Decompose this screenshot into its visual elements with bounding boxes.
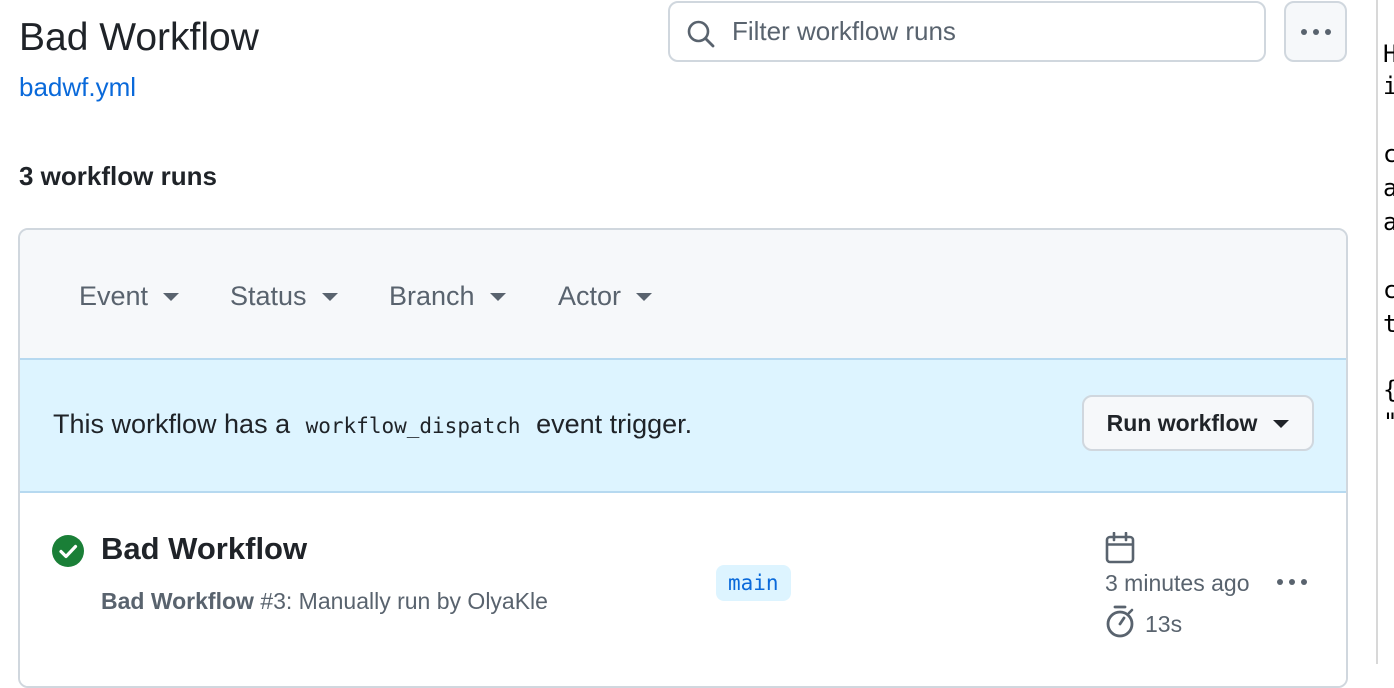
run-title-link[interactable]: Bad Workflow: [101, 529, 307, 569]
workflow-file-link[interactable]: badwf.yml: [19, 70, 136, 104]
run-workflow-name: Bad Workflow: [101, 588, 254, 614]
run-more-button[interactable]: [1272, 567, 1312, 597]
actor-filter-button[interactable]: Actor: [558, 278, 653, 314]
pane-divider[interactable]: [1376, 0, 1378, 664]
actor-filter-label: Actor: [558, 281, 622, 311]
branch-filter-label: Branch: [389, 281, 475, 311]
run-time-ago: 3 minutes ago: [1105, 570, 1250, 596]
search-icon: [687, 20, 715, 48]
page-title: Bad Workflow: [19, 16, 259, 59]
adjacent-pane-edge: H i c a a c t { ": [1383, 40, 1394, 436]
filter-bar: Event Status Branch Actor: [20, 230, 1346, 360]
event-filter-button[interactable]: Event: [79, 278, 180, 314]
branch-badge[interactable]: main: [716, 565, 791, 601]
run-duration: 13s: [1145, 611, 1183, 637]
dispatch-banner: This workflow has a workflow_dispatch ev…: [20, 360, 1346, 493]
status-filter-label: Status: [230, 281, 307, 311]
triangle-down-icon: [321, 293, 338, 301]
triangle-down-icon: [636, 293, 653, 301]
runs-count: 3 workflow runs: [19, 161, 217, 191]
stopwatch-icon: [1106, 605, 1134, 638]
dispatch-message: This workflow has a workflow_dispatch ev…: [53, 406, 692, 444]
run-detail: #3: Manually run by OlyaKle: [260, 588, 548, 614]
workflow-more-button[interactable]: [1284, 1, 1347, 62]
status-filter-button[interactable]: Status: [230, 278, 338, 314]
run-meta: Bad Workflow #3: Manually run by OlyaKle: [101, 585, 548, 617]
run-workflow-button[interactable]: Run workflow: [1082, 395, 1314, 451]
calendar-icon: [1105, 532, 1135, 564]
filter-runs-field[interactable]: [668, 1, 1266, 62]
kebab-horizontal-icon: [1277, 579, 1307, 585]
triangle-down-icon: [489, 293, 506, 301]
check-circle-fill-icon: [52, 535, 84, 567]
kebab-horizontal-icon: [1300, 28, 1331, 35]
workflow-runs-panel: Event Status Branch Actor This workflow …: [18, 228, 1348, 688]
branch-filter-button[interactable]: Branch: [389, 278, 506, 314]
triangle-down-icon: [1273, 420, 1290, 428]
dispatch-event-code: workflow_dispatch: [305, 414, 521, 438]
dispatch-text-before: This workflow has a: [53, 409, 291, 439]
filter-runs-input[interactable]: [732, 3, 1252, 60]
triangle-down-icon: [163, 293, 180, 301]
table-row[interactable]: Bad Workflow Bad Workflow #3: Manually r…: [20, 493, 1346, 686]
dispatch-text-after: event trigger.: [536, 409, 693, 439]
run-workflow-label: Run workflow: [1106, 409, 1258, 436]
event-filter-label: Event: [79, 281, 149, 311]
